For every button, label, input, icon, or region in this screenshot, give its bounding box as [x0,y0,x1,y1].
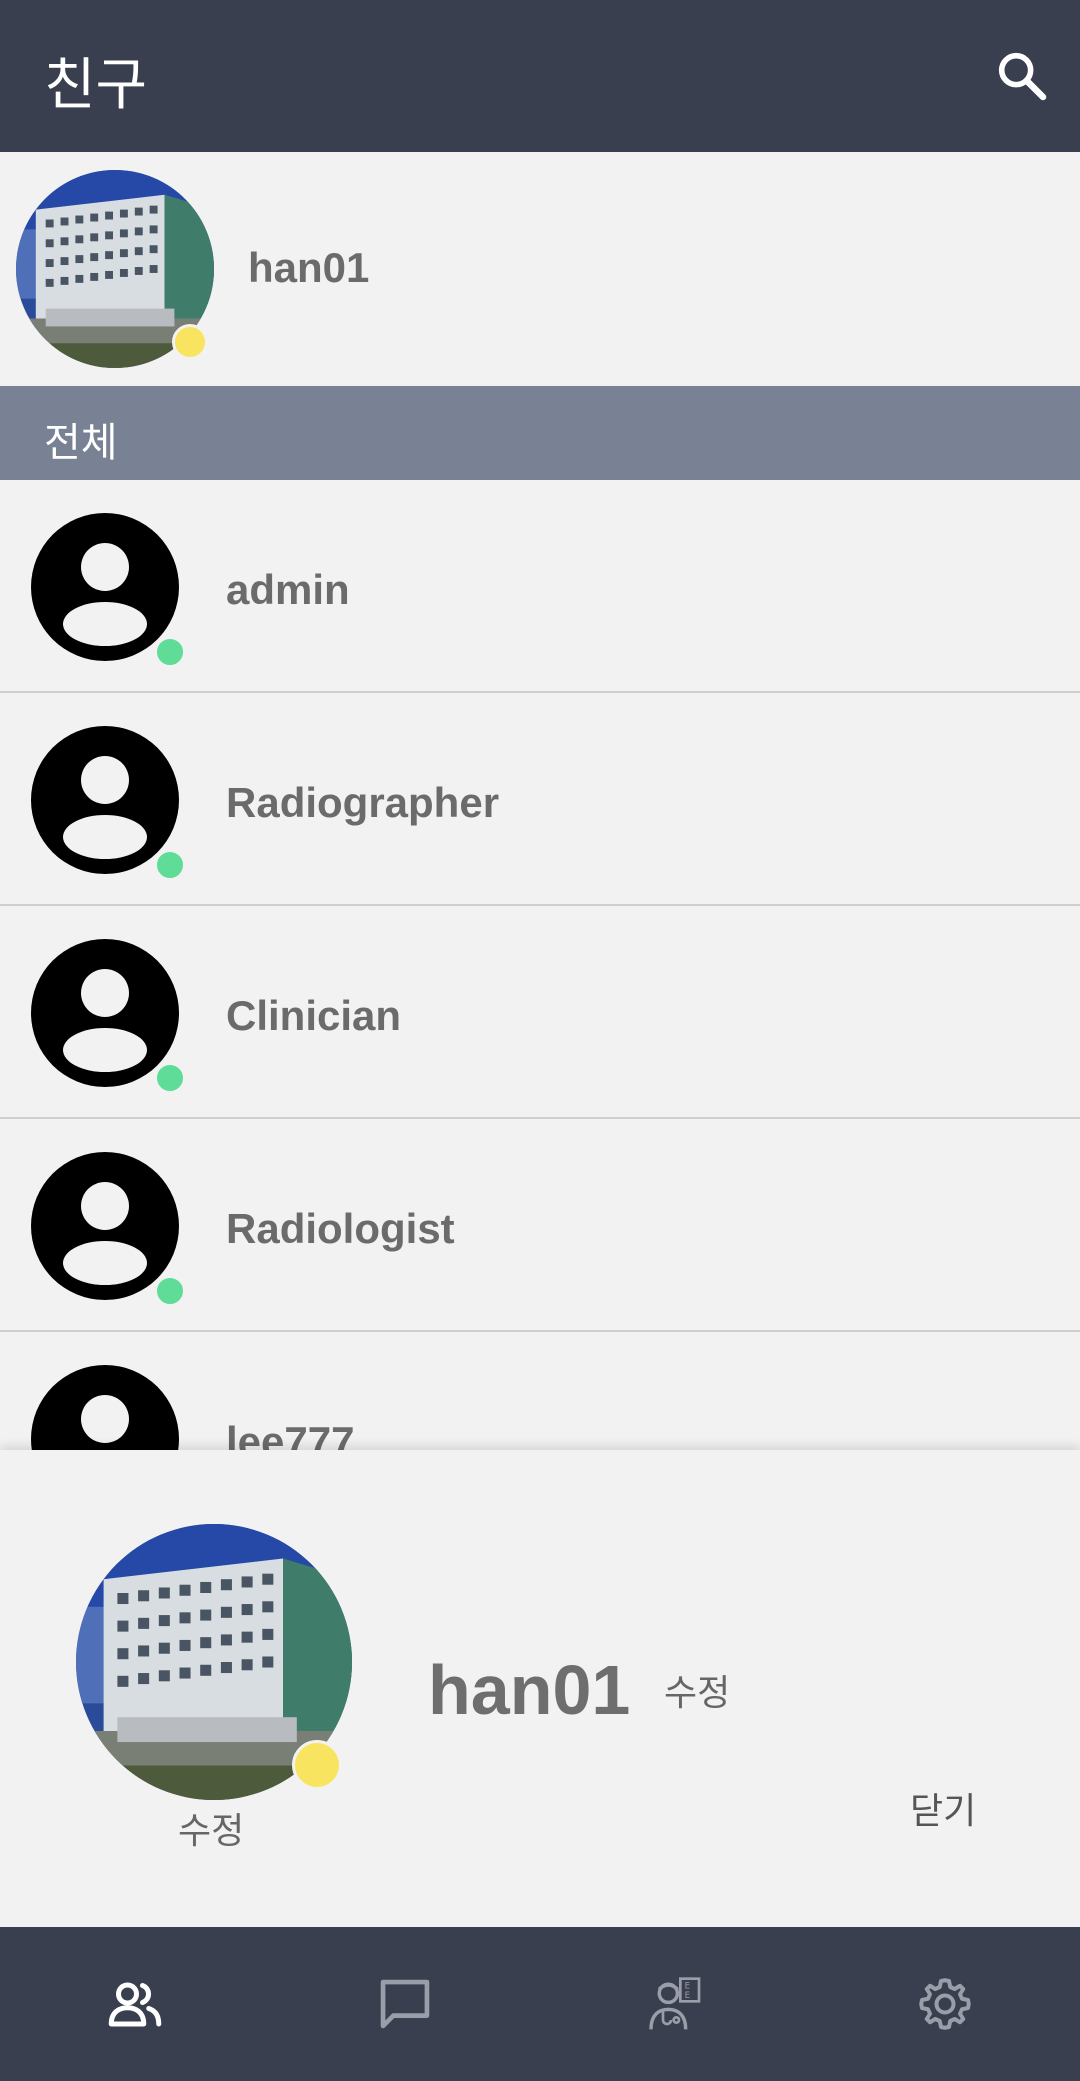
nav-chat[interactable] [270,1927,540,2081]
list-item[interactable]: admin [0,480,1080,693]
person-icon [31,1365,179,1450]
nav-friends[interactable] [0,1927,270,2081]
edit-name-button[interactable]: 수정 [664,1664,730,1716]
person-icon [31,1152,179,1300]
section-header: 전체 [0,386,1080,480]
status-dot [154,636,186,668]
close-button[interactable]: 닫기 [910,1782,976,1834]
svg-text:E: E [685,1982,690,1992]
status-dot [154,1275,186,1307]
my-status-dot [172,324,208,360]
search-icon [998,52,1047,101]
edit-photo-button[interactable]: 수정 [178,1802,244,1854]
list-item[interactable]: Radiologist [0,1119,1080,1332]
friend-name: admin [226,566,350,613]
list-item[interactable]: Radiographer [0,693,1080,906]
profile-sheet: 수정 han01 수정 닫기 [0,1450,1080,1927]
friend-name: Clinician [226,992,402,1039]
friend-list[interactable]: admin Radiographer Clinician Radiologist [0,480,1080,1450]
sheet-status-dot [292,1740,342,1790]
search-button[interactable] [982,36,1062,116]
status-dot [154,849,186,881]
friend-name: lee777 [226,1418,355,1450]
app-bar: 친구 [0,0,1080,152]
my-name: han01 [248,244,370,291]
svg-text:E: E [685,1991,690,2001]
person-icon [31,513,179,661]
friends-icon [108,1982,162,2027]
status-dot [154,1062,186,1094]
bottom-nav: E E [0,1927,1080,2081]
chat-icon [380,1979,430,2029]
friend-name: Radiographer [226,779,500,826]
friend-name: Radiologist [226,1205,455,1252]
page-title: 친구 [44,53,148,118]
person-icon [31,726,179,874]
section-title: 전체 [44,420,118,466]
doctor-icon: E E [649,1977,701,2030]
settings-icon [919,1978,971,2030]
list-item[interactable]: Clinician [0,906,1080,1119]
nav-settings[interactable] [810,1927,1080,2081]
list-item[interactable]: lee777 [0,1332,1080,1450]
person-icon [31,939,179,1087]
sheet-name: han01 [428,1651,631,1729]
my-profile-row[interactable]: han01 [0,152,1080,384]
nav-doctor[interactable]: E E [540,1927,810,2081]
